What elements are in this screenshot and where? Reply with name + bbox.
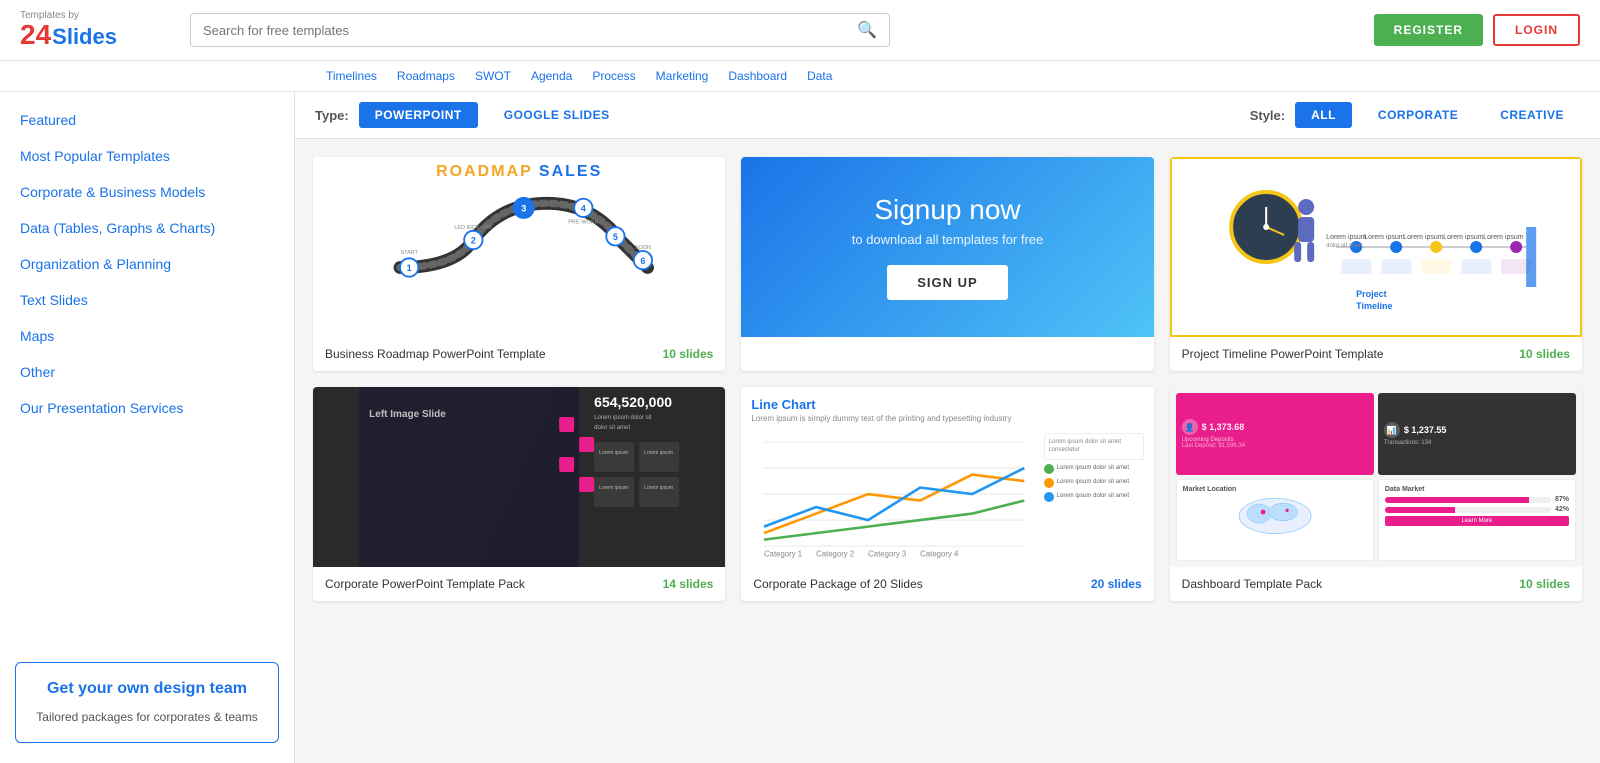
logo-slides: Slides (52, 24, 117, 50)
sidebar-link-1[interactable]: Most Popular Templates (0, 138, 294, 174)
svg-text:3: 3 (521, 204, 526, 214)
svg-text:Lorem ipsum: Lorem ipsum (1443, 234, 1484, 241)
svg-text:Lorem ipsum: Lorem ipsum (599, 450, 628, 456)
search-bar: 🔍 (190, 13, 890, 47)
svg-text:Lorem ipsum dolor sit: Lorem ipsum dolor sit (594, 415, 652, 421)
sidebar-link-2[interactable]: Corporate & Business Models (0, 174, 294, 210)
card-corporate-pack[interactable]: Left Image Slide 654,520,000 Lorem ipsum… (313, 387, 725, 601)
card-roadmap[interactable]: ROADMAP SALES 1 2 3 4 5 6 START LED KICK… (313, 157, 725, 371)
header: Templates by 24 Slides 🔍 REGISTER LOGIN (0, 0, 1600, 61)
tag-marketing[interactable]: Marketing (650, 67, 715, 85)
svg-text:Lorem ipsum: Lorem ipsum (644, 485, 673, 491)
card-slides-dashboard: 10 slides (1519, 577, 1570, 591)
sidebar-link-3[interactable]: Data (Tables, Graphs & Charts) (0, 210, 294, 246)
card-slides-roadmap: 10 slides (663, 347, 714, 361)
card-slides-corporate-pack: 14 slides (663, 577, 714, 591)
sidebar-link-7[interactable]: Other (0, 354, 294, 390)
svg-text:6: 6 (640, 256, 645, 266)
card-slides-timeline: 10 slides (1519, 347, 1570, 361)
promo-subtitle: Tailored packages for corporates & teams (32, 708, 262, 726)
tag-process[interactable]: Process (586, 67, 641, 85)
sidebar: FeaturedMost Popular TemplatesCorporate … (0, 92, 295, 763)
layout: FeaturedMost Popular TemplatesCorporate … (0, 92, 1600, 763)
card-info-roadmap: Business Roadmap PowerPoint Template 10 s… (313, 337, 725, 371)
svg-text:START: START (400, 250, 418, 256)
tag-row: Timelines Roadmaps SWOT Agenda Process Market… (0, 61, 1600, 92)
card-title-corporate-pack: Corporate PowerPoint Template Pack (325, 577, 525, 591)
tag-roadmaps[interactable]: Roadmaps (391, 67, 461, 85)
svg-text:Lorem ipsum: Lorem ipsum (1364, 234, 1405, 241)
card-dashboard[interactable]: 👤 $ 1,373.68 Upcoming Deposits Last Depo… (1170, 387, 1582, 601)
sidebar-link-6[interactable]: Maps (0, 318, 294, 354)
svg-text:LED KICK-OFF: LED KICK-OFF (454, 225, 493, 231)
main-content: Type: POWERPOINT GOOGLE SLIDES Style: AL… (295, 92, 1600, 763)
svg-text:Category 2: Category 2 (816, 550, 854, 559)
svg-text:Category 4: Category 4 (921, 550, 960, 559)
card-info-timeline: Project Timeline PowerPoint Template 10 s… (1170, 337, 1582, 371)
type-label: Type: (315, 108, 349, 123)
sidebar-link-4[interactable]: Organization & Planning (0, 246, 294, 282)
card-info-corporate-package: Corporate Package of 20 Slides 20 slides (741, 567, 1153, 601)
sidebar-link-5[interactable]: Text Slides (0, 282, 294, 318)
tag-timelines[interactable]: Timelines (320, 67, 383, 85)
svg-text:Lorem ipsum: Lorem ipsum (1483, 234, 1524, 241)
header-actions: REGISTER LOGIN (1374, 14, 1580, 46)
search-icon[interactable]: 🔍 (857, 20, 877, 40)
promo-title: Get your own design team (32, 679, 262, 700)
card-timeline[interactable]: Lorem ipsum dolor sit amet Lorem ipsum L… (1170, 157, 1582, 371)
svg-text:Category 1: Category 1 (764, 550, 802, 559)
register-button[interactable]: REGISTER (1374, 14, 1483, 46)
cards-grid: ROADMAP SALES 1 2 3 4 5 6 START LED KICK… (295, 139, 1600, 619)
svg-text:1: 1 (407, 263, 412, 273)
card-title-roadmap: Business Roadmap PowerPoint Template (325, 347, 546, 361)
svg-text:Lorem ipsum: Lorem ipsum (599, 485, 628, 491)
svg-text:5: 5 (613, 232, 618, 242)
search-input[interactable] (203, 23, 857, 38)
style-label: Style: (1250, 108, 1285, 123)
tag-swot[interactable]: SWOT (469, 67, 517, 85)
svg-text:Lorem ipsum: Lorem ipsum (1326, 234, 1367, 241)
svg-text:dolor sit amet: dolor sit amet (1326, 243, 1362, 249)
card-signup[interactable]: Signup now to download all templates for… (741, 157, 1153, 371)
filter-bar: Type: POWERPOINT GOOGLE SLIDES Style: AL… (295, 92, 1600, 139)
signup-button[interactable]: SIGN UP (887, 265, 1007, 300)
card-title-dashboard: Dashboard Template Pack (1182, 577, 1323, 591)
svg-text:dolor sit amet: dolor sit amet (594, 425, 630, 431)
card-slides-corporate-package: 20 slides (1091, 577, 1142, 591)
style-creative-btn[interactable]: CREATIVE (1484, 102, 1580, 128)
sidebar-promo: Get your own design team Tailored packag… (15, 662, 279, 743)
style-corporate-btn[interactable]: CORPORATE (1362, 102, 1474, 128)
logo-24: 24 (20, 21, 51, 49)
tag-data[interactable]: Data (801, 67, 838, 85)
card-title-timeline: Project Timeline PowerPoint Template (1182, 347, 1384, 361)
tag-agenda[interactable]: Agenda (525, 67, 578, 85)
style-filter-group: Style: ALL CORPORATE CREATIVE (1250, 102, 1580, 128)
sidebar-link-8[interactable]: Our Presentation Services (0, 390, 294, 426)
style-all-btn[interactable]: ALL (1295, 102, 1352, 128)
svg-text:Lorem ipsum: Lorem ipsum (644, 450, 673, 456)
svg-text:Timeline: Timeline (1356, 301, 1392, 311)
svg-text:2: 2 (471, 236, 476, 246)
card-title-corporate-package: Corporate Package of 20 Slides (753, 577, 922, 591)
svg-text:Left Image Slide: Left Image Slide (369, 409, 446, 420)
powerpoint-filter-btn[interactable]: POWERPOINT (359, 102, 478, 128)
google-slides-filter-btn[interactable]: GOOGLE SLIDES (488, 102, 626, 128)
svg-text:PRE-WORK: PRE-WORK (568, 220, 599, 226)
svg-text:Project: Project (1356, 289, 1387, 299)
card-info-corporate-pack: Corporate PowerPoint Template Pack 14 sli… (313, 567, 725, 601)
login-button[interactable]: LOGIN (1493, 14, 1580, 46)
svg-text:Lorem ipsum: Lorem ipsum (1403, 234, 1444, 241)
card-info-dashboard: Dashboard Template Pack 10 slides (1170, 567, 1582, 601)
svg-text:654,520,000: 654,520,000 (594, 394, 672, 410)
sidebar-link-0[interactable]: Featured (0, 102, 294, 138)
card-corporate-package[interactable]: Line Chart Lorem ipsum is simply dummy t… (741, 387, 1153, 601)
svg-text:SOON: SOON (635, 245, 651, 251)
logo[interactable]: Templates by 24 Slides (20, 10, 170, 50)
tag-dashboard[interactable]: Dashboard (722, 67, 793, 85)
svg-text:Category 3: Category 3 (868, 550, 906, 559)
type-filter-group: Type: POWERPOINT GOOGLE SLIDES (315, 102, 626, 128)
sidebar-nav: FeaturedMost Popular TemplatesCorporate … (0, 102, 294, 652)
